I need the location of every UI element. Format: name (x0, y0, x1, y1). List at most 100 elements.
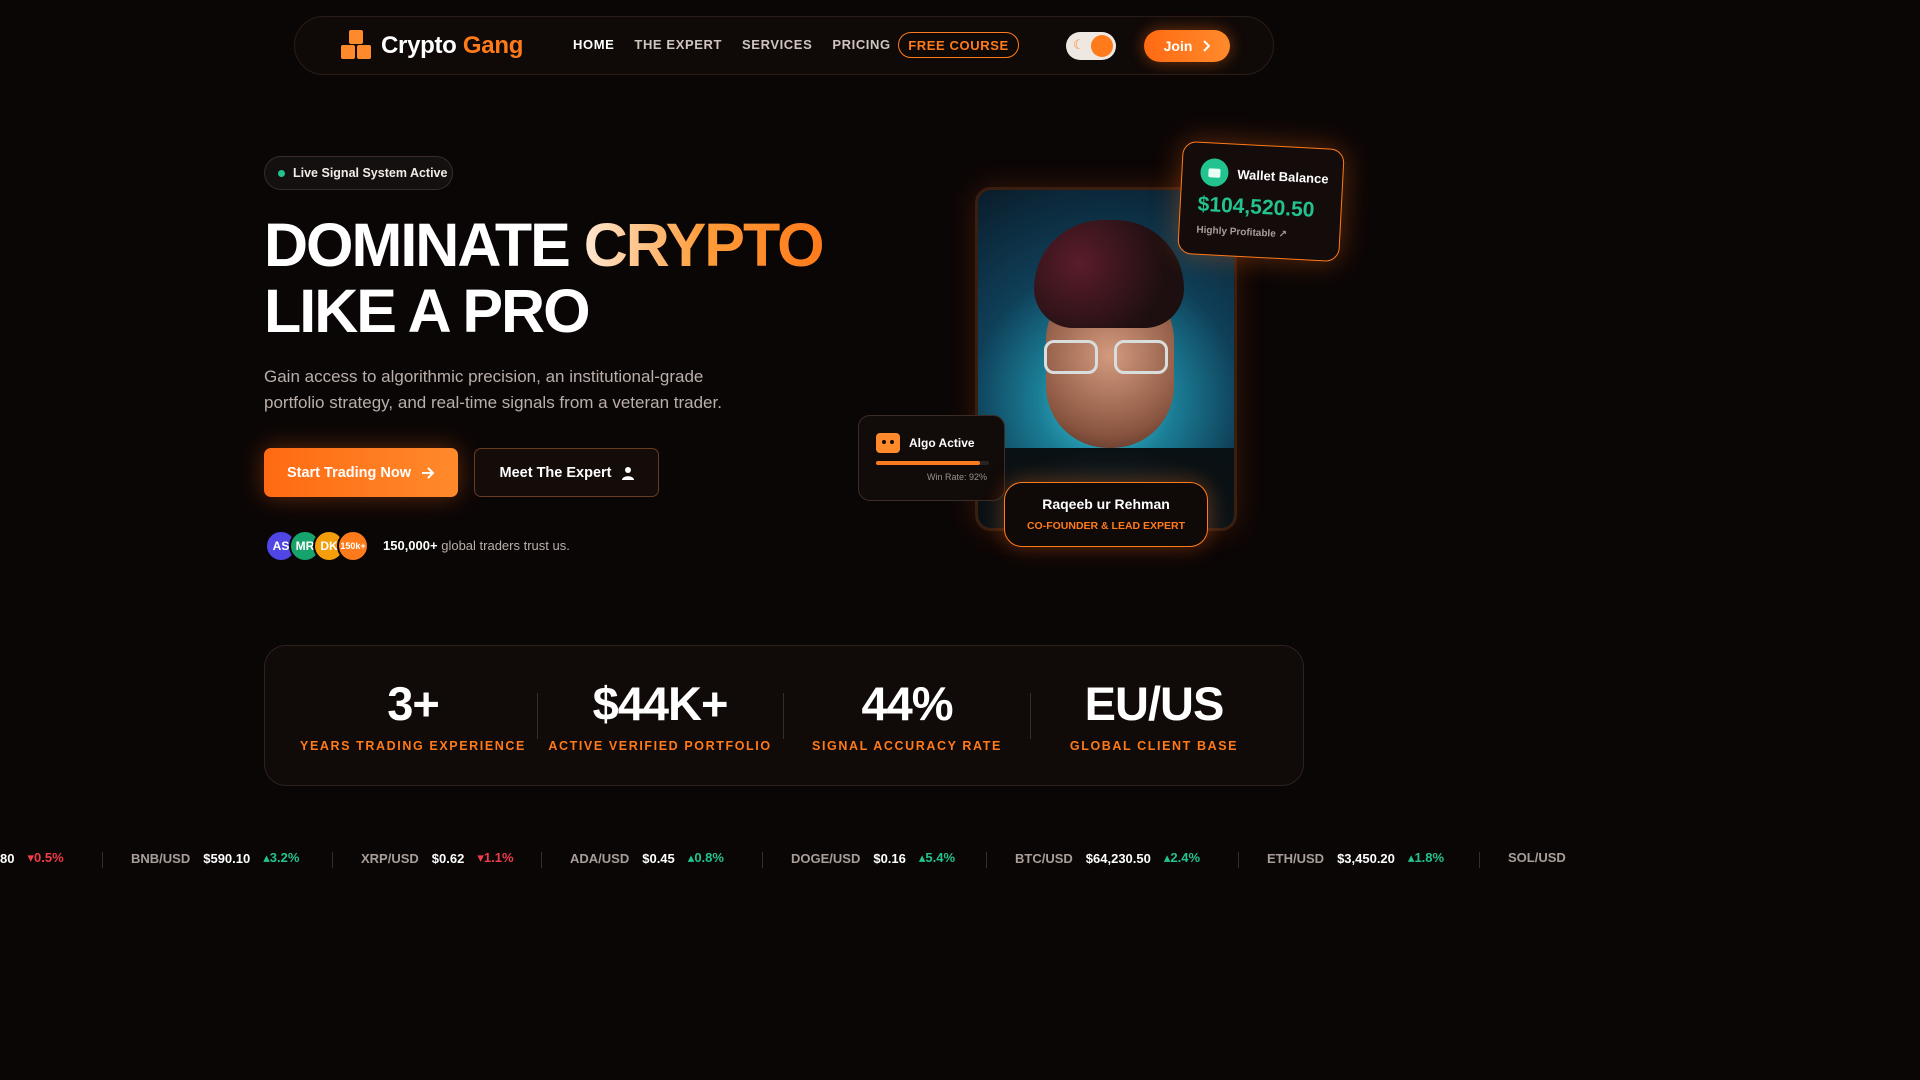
ticker-item: DOGE/USD $0.16 ▴5.4% (791, 850, 955, 866)
stat-label: ACTIVE VERIFIED PORTFOLIO (548, 739, 772, 753)
hero-title-word-dominate: DOMINATE (264, 211, 571, 279)
nav-links: HOME THE EXPERT SERVICES PRICING (573, 37, 891, 52)
wallet-balance-card: Wallet Balance $104,520.50 Highly Profit… (1177, 140, 1345, 263)
live-signal-text: Live Signal System Active (293, 166, 448, 180)
nav-link-services[interactable]: SERVICES (742, 37, 812, 52)
stat-portfolio: $44K+ ACTIVE VERIFIED PORTFOLIO (537, 646, 783, 787)
ticker-price: $590.10 (203, 850, 251, 866)
meet-expert-label: Meet The Expert (499, 464, 612, 481)
user-icon (621, 466, 634, 480)
ticker-divider (762, 852, 763, 868)
nav-link-the-expert[interactable]: THE EXPERT (634, 37, 722, 52)
price-ticker: 80 ▾0.5% BNB/USD $590.10 ▴3.2% XRP/USD $… (0, 850, 1568, 874)
meet-expert-button[interactable]: Meet The Expert (474, 448, 659, 497)
hero-title: DOMINATE CRYPTO LIKE A PRO (264, 211, 825, 345)
stat-accuracy: 44% SIGNAL ACCURACY RATE (784, 646, 1030, 787)
ticker-item: XRP/USD $0.62 ▾1.1% (361, 850, 514, 866)
start-trading-label: Start Trading Now (286, 464, 412, 481)
ticker-symbol: DOGE/USD (791, 850, 861, 866)
algo-active-card: Algo Active Win Rate: 92% (858, 415, 1005, 501)
ticker-symbol: BNB/USD (131, 850, 191, 866)
ticker-divider (102, 852, 103, 868)
ticker-price: $0.16 (873, 850, 906, 866)
stats-panel: 3+ YEARS TRADING EXPERIENCE $44K+ ACTIVE… (264, 645, 1304, 786)
ticker-price: $0.62 (431, 850, 465, 866)
chevron-right-icon (1203, 40, 1211, 52)
ticker-divider (332, 852, 333, 868)
ticker-change: ▾1.1% (477, 850, 513, 866)
wallet-value: $104,520.50 (1197, 192, 1316, 222)
algo-title: Algo Active (909, 436, 975, 450)
win-rate-progress-fill (876, 461, 980, 465)
portrait-hair (1034, 220, 1184, 328)
ticker-change-value: 1.8% (1414, 850, 1445, 865)
stat-label: GLOBAL CLIENT BASE (1069, 739, 1239, 753)
stat-years: 3+ YEARS TRADING EXPERIENCE (290, 646, 536, 787)
ticker-change: ▴3.2% (263, 850, 299, 866)
join-button[interactable]: Join (1144, 30, 1230, 62)
ticker-symbol: SOL/USD (1508, 850, 1566, 865)
nav-link-home[interactable]: HOME (573, 37, 614, 52)
robot-icon (876, 433, 900, 453)
logo-text: Crypto Gang (381, 32, 523, 60)
ticker-price: $0.45 (642, 850, 675, 866)
trust-label: global traders trust us. (441, 538, 570, 553)
logo-text-first: Crypto (381, 32, 457, 59)
start-trading-button[interactable]: Start Trading Now (264, 448, 458, 497)
ticker-change-value: 3.2% (269, 850, 300, 865)
ticker-divider (986, 852, 987, 868)
stat-value: 44% (861, 677, 953, 730)
moon-icon: ☾ (1073, 37, 1085, 52)
stat-label: YEARS TRADING EXPERIENCE (300, 739, 526, 753)
ticker-change: ▴0.8% (688, 850, 724, 866)
arrow-right-icon (422, 466, 435, 479)
ticker-symbol: XRP/USD (361, 850, 419, 866)
theme-toggle[interactable]: ☾ (1066, 32, 1116, 60)
wallet-status-text: Highly Profitable (1196, 224, 1277, 240)
ticker-item: ETH/USD $3,450.20 ▴1.8% (1267, 850, 1444, 866)
live-signal-badge: Live Signal System Active (264, 156, 453, 190)
ticker-item: ADA/USD $0.45 ▴0.8% (570, 850, 724, 866)
hero-title-word-crypto: CRYPTO (583, 211, 825, 279)
win-rate-progress (876, 461, 989, 465)
ticker-item: 80 ▾0.5% (0, 850, 64, 866)
hero-subtitle: Gain access to algorithmic precision, an… (264, 367, 722, 412)
top-navbar: Crypto Gang HOME THE EXPERT SERVICES PRI… (294, 16, 1274, 75)
ticker-change-value: 2.4% (1170, 850, 1201, 865)
join-label: Join (1163, 38, 1193, 54)
expert-name: Raqeeb ur Rehman (1042, 496, 1170, 512)
ticker-price: $3,450.20 (1337, 850, 1395, 866)
ticker-change: ▴5.4% (919, 850, 955, 866)
wallet-icon (1199, 157, 1230, 188)
logo[interactable]: Crypto Gang (339, 30, 523, 62)
ticker-symbol: BTC/USD (1015, 850, 1073, 866)
ticker-change-value: 0.5% (34, 850, 64, 865)
ticker-divider (541, 852, 542, 868)
trust-count: 150,000+ (383, 538, 438, 553)
stat-value: 3+ (387, 677, 440, 730)
hero-title-line2: LIKE A PRO (264, 277, 591, 345)
portrait-glasses (1044, 340, 1176, 374)
ticker-item: BTC/USD $64,230.50 ▴2.4% (1015, 850, 1200, 866)
ticker-item: BNB/USD $590.10 ▴3.2% (131, 850, 299, 866)
nav-link-pricing[interactable]: PRICING (832, 37, 890, 52)
ticker-change: ▴2.4% (1164, 850, 1200, 866)
live-dot-icon (278, 169, 285, 177)
ticker-change-value: 5.4% (925, 850, 956, 865)
expert-name-card: Raqeeb ur Rehman CO-FOUNDER & LEAD EXPER… (1004, 482, 1208, 547)
wallet-title: Wallet Balance (1237, 166, 1329, 187)
win-rate-label: Win Rate: 92% (926, 472, 987, 482)
wallet-status: Highly Profitable ↗ (1196, 225, 1287, 241)
ticker-price: 80 (0, 850, 15, 866)
ticker-symbol: ETH/USD (1267, 850, 1325, 866)
ticker-divider (1238, 852, 1239, 868)
logo-cubes-icon (339, 30, 373, 62)
free-course-button[interactable]: FREE COURSE (898, 32, 1019, 58)
ticker-divider (1479, 852, 1480, 868)
trust-text: 150,000+ global traders trust us. (383, 538, 570, 553)
expert-role: CO-FOUNDER & LEAD EXPERT (1026, 520, 1186, 532)
trend-up-icon: ↗ (1278, 228, 1288, 241)
logo-text-second: Gang (462, 32, 524, 59)
hero-title-line1: DOMINATE CRYPTO (264, 211, 825, 279)
stat-client-base: EU/US GLOBAL CLIENT BASE (1031, 646, 1277, 787)
